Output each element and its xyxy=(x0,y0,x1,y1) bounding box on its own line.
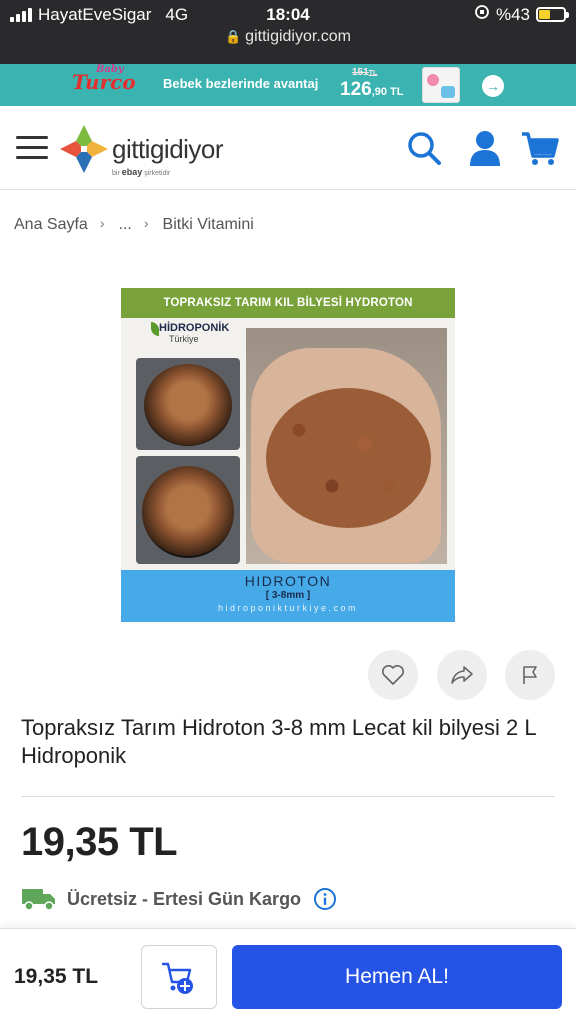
status-bar: HayatEveSigar 4G 18:04 %43 🔒 gittigidiyor… xyxy=(0,0,576,64)
url-text: gittigidiyor.com xyxy=(245,28,351,45)
product-image[interactable]: TOPRAKSIZ TARIM KIL BİLYESİ HYDROTON HİD… xyxy=(121,288,455,622)
logo-subtitle: bir ebay şirketidir xyxy=(112,167,171,177)
promo-banner[interactable]: Baby Turco Bebek bezlerinde avantaj 151TL… xyxy=(0,64,576,106)
add-to-cart-button[interactable] xyxy=(141,945,217,1009)
search-icon[interactable] xyxy=(404,128,444,168)
share-icon xyxy=(451,666,473,684)
hand-photo xyxy=(246,328,447,564)
orientation-lock-icon xyxy=(474,4,490,25)
flag-icon xyxy=(523,666,537,684)
product-price: 19,35 TL xyxy=(21,820,178,864)
promo-arrow-icon[interactable]: → xyxy=(482,75,504,97)
breadcrumb-item-ellipsis[interactable]: ... xyxy=(119,216,132,234)
address-bar[interactable]: 🔒 gittigidiyor.com xyxy=(0,28,576,46)
bottom-price: 19,35 TL xyxy=(14,965,99,988)
add-to-cart-icon xyxy=(161,962,193,994)
shipping-info: Ücretsiz - Ertesi Gün Kargo xyxy=(21,886,337,912)
breadcrumb-item-home[interactable]: Ana Sayfa xyxy=(14,216,88,234)
battery-icon xyxy=(536,7,569,22)
promo-brand-logo: Baby Turco xyxy=(72,64,136,94)
divider xyxy=(21,796,555,797)
shopping-cart-icon[interactable] xyxy=(520,128,560,168)
menu-icon[interactable] xyxy=(16,136,48,160)
battery-percent: %43 xyxy=(495,4,530,24)
gittigidiyor-logo-icon[interactable] xyxy=(58,123,110,175)
product-title: Topraksız Tarım Hidroton 3-8 mm Lecat ki… xyxy=(21,715,536,768)
breadcrumb: Ana Sayfa › ... › Bitki Vitamini xyxy=(14,215,254,234)
image-bottom-label: HIDROTON [ 3-8mm ] hidroponikturkiye.com xyxy=(121,570,455,622)
pot-photo-bottom xyxy=(136,456,240,564)
delivery-truck-icon xyxy=(22,889,55,911)
promo-new-price: 126,90 TL xyxy=(340,79,404,100)
chevron-right-icon: › xyxy=(99,215,105,231)
bottom-action-bar: 19,35 TL Hemen AL! xyxy=(0,928,576,1024)
lock-icon: 🔒 xyxy=(224,29,242,44)
promo-old-price: 151TL xyxy=(352,67,378,78)
heart-icon xyxy=(382,665,404,685)
chevron-right-icon: › xyxy=(143,215,149,231)
favorite-button[interactable] xyxy=(368,650,418,700)
info-icon[interactable] xyxy=(313,887,337,911)
share-button[interactable] xyxy=(437,650,487,700)
image-top-banner: TOPRAKSIZ TARIM KIL BİLYESİ HYDROTON xyxy=(121,288,455,318)
diaper-pack-image xyxy=(422,67,460,103)
shipping-text: Ücretsiz - Ertesi Gün Kargo xyxy=(67,888,302,909)
status-right: %43 xyxy=(474,4,569,25)
logo-text[interactable]: gittigidiyor xyxy=(112,134,224,165)
user-account-icon[interactable] xyxy=(465,128,505,168)
promo-text: Bebek bezlerinde avantaj xyxy=(163,76,319,91)
site-header: gittigidiyor bir ebay şirketidir xyxy=(0,106,576,190)
buy-now-button[interactable]: Hemen AL! xyxy=(232,945,562,1009)
pot-photo-top xyxy=(136,358,240,450)
image-brand-logo: HİDROPONİK Türkiye xyxy=(159,322,230,344)
breadcrumb-item-category[interactable]: Bitki Vitamini xyxy=(163,216,254,234)
report-button[interactable] xyxy=(505,650,555,700)
